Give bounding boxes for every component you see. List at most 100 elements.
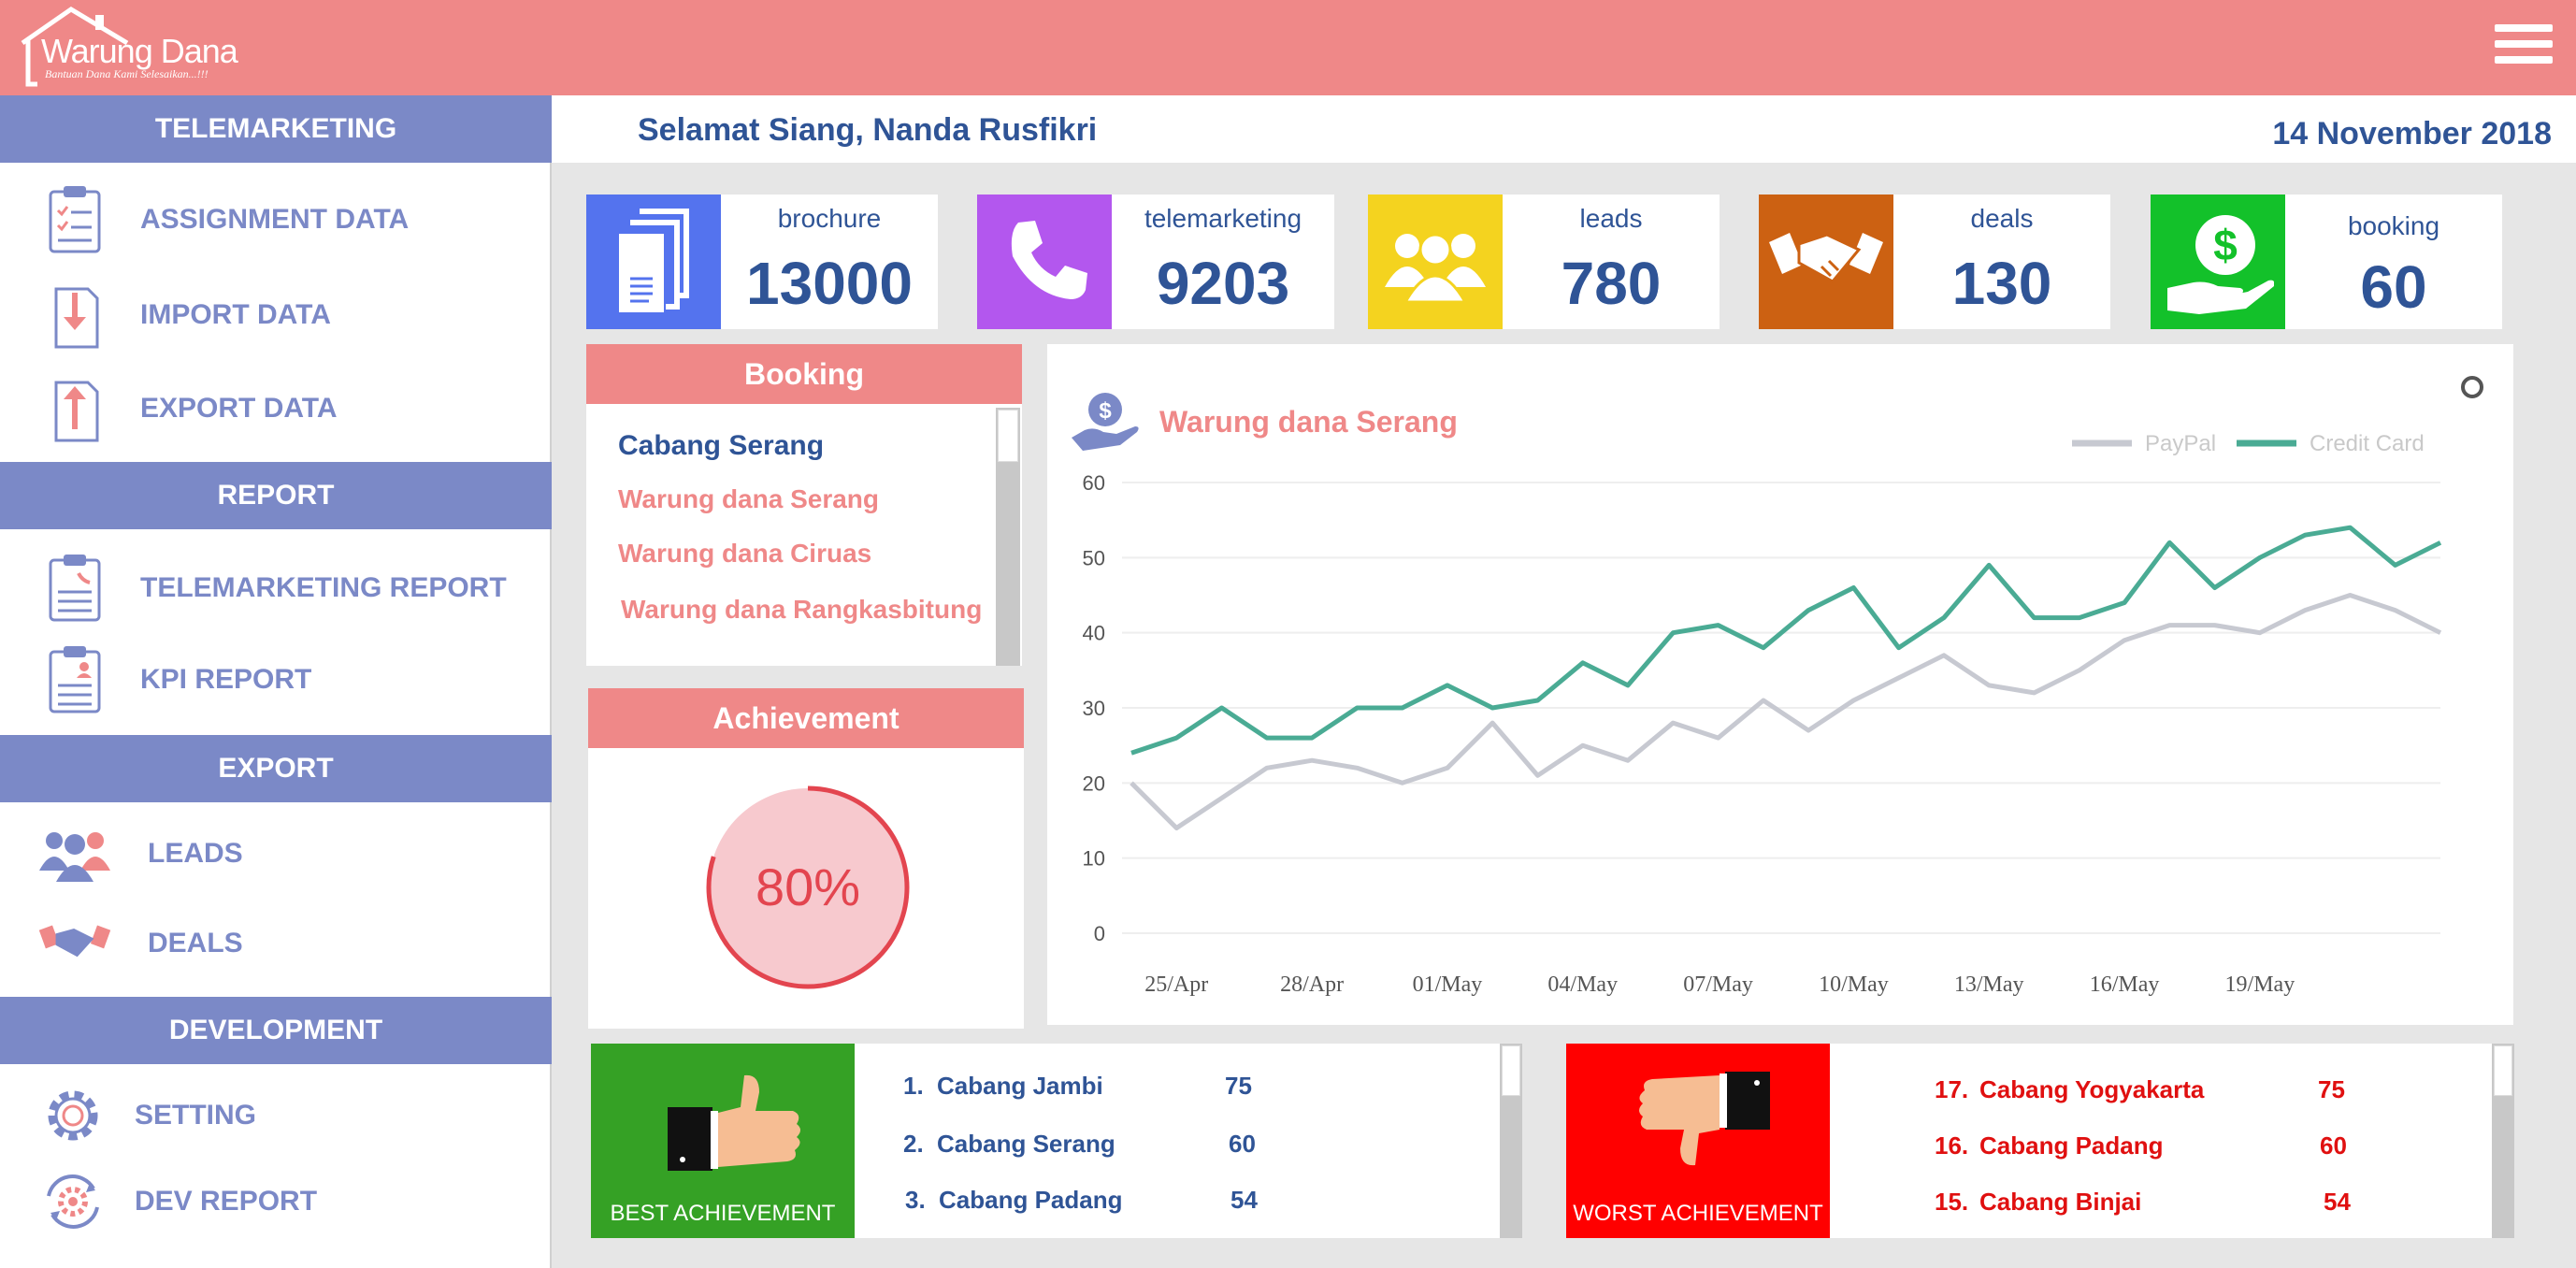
- best-score: 75: [1225, 1072, 1252, 1100]
- booking-scrollbar[interactable]: [996, 408, 1020, 666]
- worst-branch-name: Cabang Binjai: [1979, 1188, 2142, 1216]
- best-achievement-panel: BEST ACHIEVEMENT 1. Cabang Jambi 75 2. C…: [591, 1044, 1522, 1238]
- booking-list-item[interactable]: Warung dana Rangkasbitung: [621, 595, 982, 625]
- legend-label-paypal: PayPal: [2145, 431, 2216, 456]
- sidebar-item-label: ASSIGNMENT DATA: [140, 204, 410, 235]
- stat-value: 130: [1951, 250, 2052, 317]
- sidebar-item-label: SETTING: [135, 1100, 257, 1131]
- booking-branch: Cabang Serang: [618, 430, 825, 461]
- best-achievement-caption: BEST ACHIEVEMENT: [610, 1201, 836, 1226]
- worst-score: 54: [2324, 1188, 2351, 1216]
- stat-card-deals[interactable]: deals 130: [1759, 195, 2110, 329]
- best-rank-number: 2.: [903, 1130, 924, 1158]
- money-hand-icon: $: [2151, 195, 2285, 329]
- stat-value: 9203: [1156, 250, 1290, 317]
- sidebar-item-import-data[interactable]: IMPORT DATA: [0, 273, 552, 357]
- series-line-credit-card: [1130, 525, 2442, 756]
- booking-list-item[interactable]: Warung dana Ciruas: [618, 539, 871, 569]
- achievement-title: Achievement: [588, 688, 1024, 748]
- stat-card-telemarketing[interactable]: telemarketing 9203: [977, 195, 1334, 329]
- stat-value: 780: [1561, 250, 1662, 317]
- line-chart-panel: $ Warung dana Serang PayPal Credit Card …: [1047, 344, 2513, 1025]
- best-branch-name: Cabang Serang: [937, 1130, 1115, 1158]
- x-tick-label: 13/May: [1954, 973, 2024, 997]
- best-rank-number: 1.: [903, 1072, 924, 1100]
- x-tick-label: 01/May: [1413, 973, 1483, 997]
- best-score: 60: [1229, 1130, 1256, 1158]
- best-branch-name: Cabang Jambi: [937, 1072, 1103, 1100]
- sidebar-item-deals[interactable]: DEALS: [0, 901, 552, 986]
- sidebar-item-export-data[interactable]: EXPORT DATA: [0, 367, 552, 451]
- brand-logo[interactable]: Warung Dana Bantuan Dana Kami Selesaikan…: [17, 6, 241, 90]
- stat-label: brochure: [777, 204, 882, 233]
- sidebar-item-dev-report[interactable]: DEV REPORT: [0, 1160, 552, 1244]
- stat-label: leads: [1579, 204, 1643, 233]
- gear-cycle-icon: [36, 1164, 110, 1239]
- stat-card-brochure[interactable]: brochure 13000: [586, 195, 938, 329]
- top-bar: Warung Dana Bantuan Dana Kami Selesaikan…: [0, 0, 2576, 95]
- current-date: 14 November 2018: [2272, 116, 2552, 151]
- svg-text:$: $: [1099, 398, 1112, 424]
- sidebar-item-label: KPI REPORT: [140, 664, 312, 695]
- y-axis-ticks: 0 10 20 30 40 50 60: [1083, 471, 1105, 945]
- sidebar-item-label: LEADS: [148, 838, 243, 869]
- worst-score: 75: [2318, 1075, 2345, 1103]
- sidebar-item-label: DEALS: [148, 928, 243, 958]
- sidebar: TELEMARKETING ASSIGNMENT DATA IMPORT DAT…: [0, 95, 552, 1268]
- y-tick-label: 50: [1083, 546, 1105, 569]
- sidebar-item-telemarketing-report[interactable]: TELEMARKETING REPORT: [0, 546, 552, 630]
- booking-list-item[interactable]: Warung dana Serang: [618, 484, 879, 514]
- best-scrollbar[interactable]: [1500, 1044, 1522, 1238]
- stat-card-booking[interactable]: $ booking 60: [2151, 195, 2502, 329]
- scrollbar-thumb[interactable]: [1502, 1045, 1520, 1096]
- sidebar-item-leads[interactable]: LEADS: [0, 812, 552, 896]
- stat-value: 60: [2360, 253, 2427, 321]
- svg-text:$: $: [2213, 221, 2238, 269]
- sidebar-item-setting[interactable]: SETTING: [0, 1073, 552, 1158]
- x-axis-ticks: 25/Apr 28/Apr 01/May 04/May 07/May 10/May 13/M…: [1144, 973, 2295, 997]
- chart-title: Warung dana Serang: [1159, 405, 1458, 439]
- phone-icon: [977, 195, 1112, 329]
- greeting-text: Selamat Siang, Nanda Rusfikri: [638, 112, 1098, 148]
- worst-branch-name: Cabang Padang: [1979, 1131, 2164, 1160]
- chart-options-icon[interactable]: [2461, 376, 2483, 398]
- worst-rank-number: 17.: [1935, 1075, 1969, 1103]
- export-document-icon: [37, 371, 112, 446]
- best-achievement-badge: BEST ACHIEVEMENT: [591, 1044, 855, 1238]
- x-tick-label: 28/Apr: [1280, 973, 1344, 997]
- sidebar-item-label: TELEMARKETING REPORT: [140, 572, 507, 603]
- scrollbar-thumb[interactable]: [2494, 1045, 2512, 1096]
- group-people-icon: [1368, 195, 1503, 329]
- sidebar-item-label: DEV REPORT: [135, 1186, 318, 1217]
- x-tick-label: 07/May: [1683, 973, 1753, 997]
- x-tick-label: 19/May: [2225, 973, 2295, 997]
- phone-report-icon: [37, 551, 112, 626]
- scrollbar-thumb[interactable]: [998, 410, 1018, 462]
- y-tick-label: 30: [1083, 697, 1105, 720]
- thumbs-up-icon: [668, 1074, 800, 1171]
- greeting-bar: Selamat Siang, Nanda Rusfikri 14 Novembe…: [552, 95, 2576, 163]
- worst-achievement-panel: WORST ACHIEVEMENT 17. Cabang Yogyakarta …: [1566, 1044, 2514, 1238]
- handshake-icon: [1759, 195, 1893, 329]
- achievement-panel: Achievement 80%: [588, 688, 1024, 1029]
- stat-value: 13000: [746, 250, 913, 317]
- booking-panel: Booking Cabang Serang Warung dana Serang…: [586, 344, 1022, 666]
- y-tick-label: 10: [1083, 847, 1105, 871]
- chart-coin-hand-icon: $: [1072, 393, 1139, 451]
- sidebar-section-export: EXPORT: [0, 735, 552, 802]
- handshake-icon: [37, 906, 112, 981]
- sidebar-item-label: EXPORT DATA: [140, 393, 338, 424]
- booking-title: Booking: [586, 344, 1022, 404]
- worst-score: 60: [2320, 1131, 2347, 1160]
- y-tick-label: 40: [1083, 622, 1105, 645]
- brand-name: Warung Dana: [41, 32, 238, 70]
- sidebar-item-assignment-data[interactable]: ASSIGNMENT DATA: [0, 178, 552, 262]
- sidebar-section-development: DEVELOPMENT: [0, 997, 552, 1064]
- sidebar-section-telemarketing: TELEMARKETING: [0, 95, 552, 163]
- hamburger-menu-icon[interactable]: [2495, 24, 2553, 67]
- legend-label-credit-card: Credit Card: [2310, 431, 2425, 456]
- stat-card-leads[interactable]: leads 780: [1368, 195, 1720, 329]
- worst-scrollbar[interactable]: [2492, 1044, 2514, 1238]
- sidebar-item-kpi-report[interactable]: KPI REPORT: [0, 638, 552, 722]
- stat-label: deals: [1970, 204, 2034, 233]
